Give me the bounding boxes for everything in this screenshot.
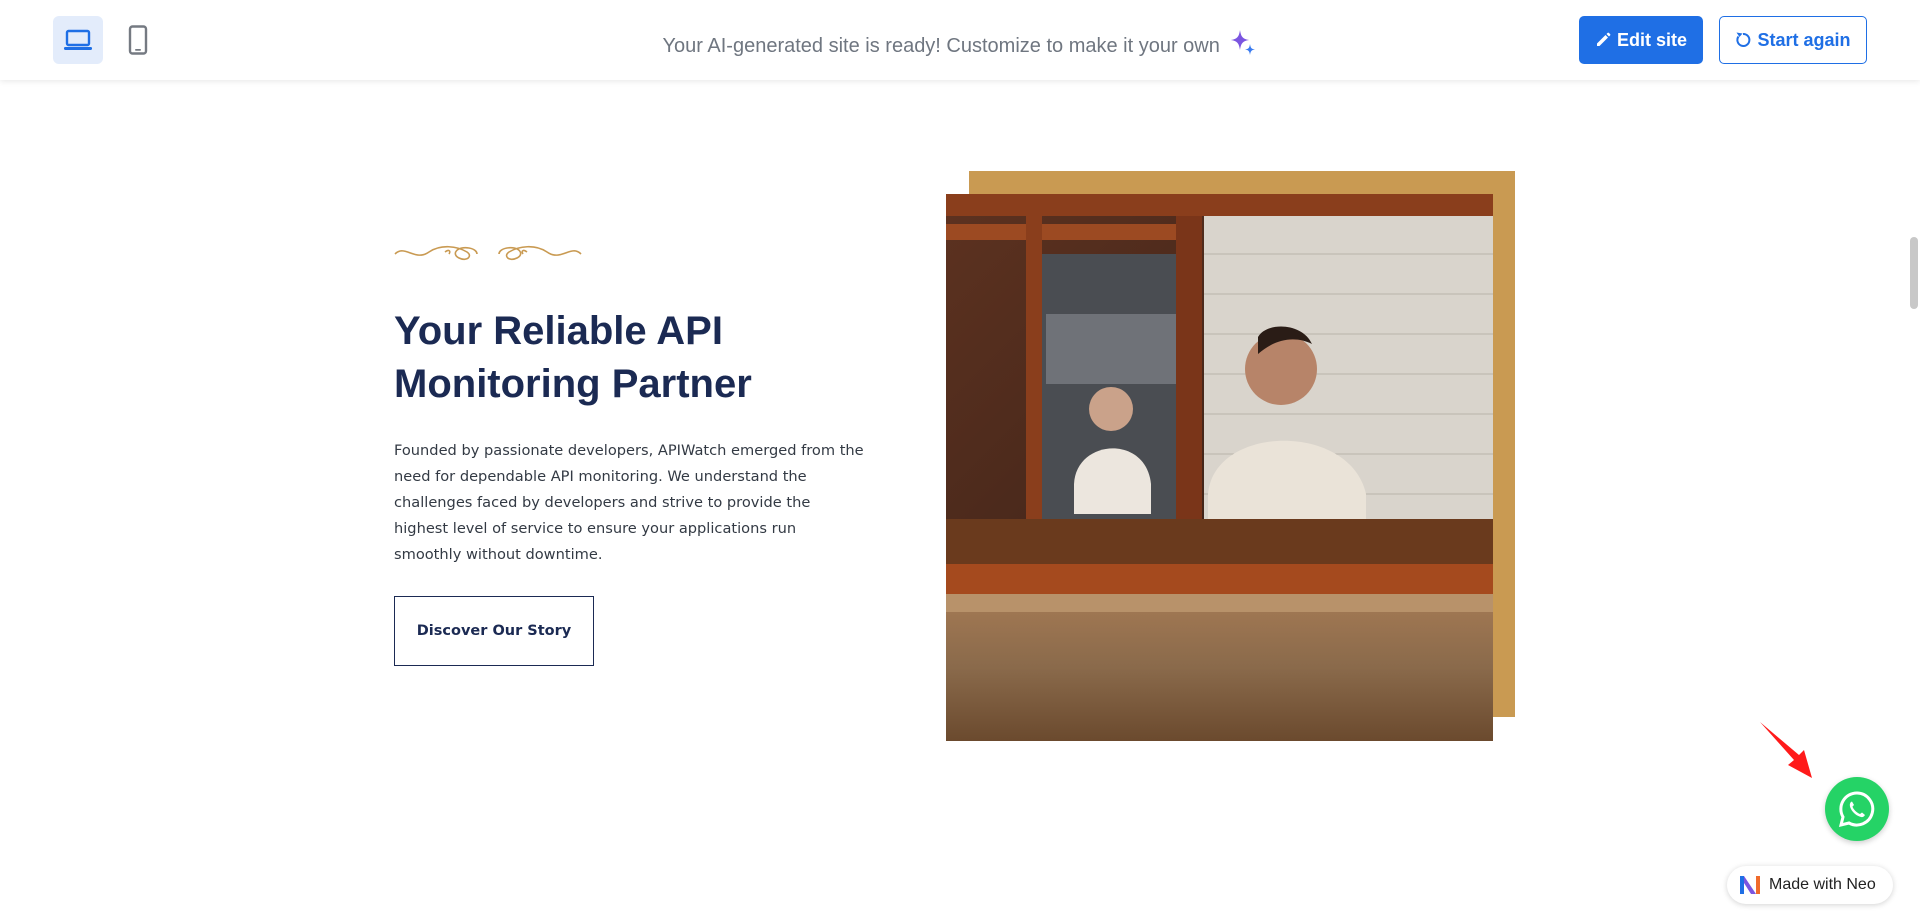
edit-site-label: Edit site <box>1616 29 1687 50</box>
edit-site-button[interactable]: Edit site <box>1579 16 1703 64</box>
neo-logo-icon <box>1740 876 1760 894</box>
editor-toolbar: Your AI-generated site is ready! Customi… <box>0 0 1920 80</box>
page-scrollbar[interactable] <box>1908 80 1920 919</box>
sparkle-icon <box>1231 30 1256 55</box>
whatsapp-button[interactable] <box>1825 777 1889 841</box>
made-with-neo-badge[interactable]: Made with Neo <box>1727 866 1893 904</box>
discover-story-label: Discover Our Story <box>416 623 572 639</box>
discover-story-button[interactable]: Discover Our Story <box>394 596 594 666</box>
section-heading: Your Reliable API Monitoring Partner <box>394 309 752 406</box>
banner-text: Your AI-generated site is ready! Customi… <box>662 35 1220 57</box>
pencil-icon <box>1596 32 1611 46</box>
badge-label: Made with Neo <box>1769 876 1876 893</box>
cafe-photo <box>946 194 1493 741</box>
refresh-icon <box>1736 32 1751 47</box>
scrollbar-thumb[interactable] <box>1910 237 1918 309</box>
red-arrow-icon <box>1760 722 1812 778</box>
about-paragraph: Founded by passionate developers, APIWat… <box>394 442 864 563</box>
decorative-flourish <box>394 245 582 261</box>
start-again-button[interactable]: Start again <box>1719 16 1867 64</box>
start-again-label: Start again <box>1757 29 1851 50</box>
whatsapp-icon <box>1838 791 1875 828</box>
